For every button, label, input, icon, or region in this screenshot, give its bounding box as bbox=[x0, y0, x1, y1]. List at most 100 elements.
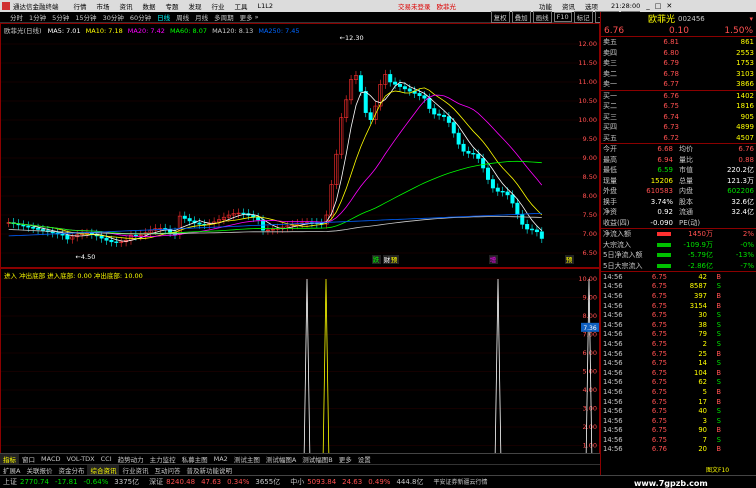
huaxian-button[interactable]: 画线 bbox=[532, 11, 552, 23]
ask-row[interactable]: 卖四 6.80 2553 bbox=[601, 48, 756, 59]
ask-row[interactable]: 卖三 6.79 1753 bbox=[601, 58, 756, 69]
tick-price: 6.75 bbox=[651, 291, 667, 300]
ask-row[interactable]: 卖二 6.78 3103 bbox=[601, 69, 756, 80]
indicator-tab[interactable]: MA2 bbox=[211, 455, 231, 463]
indicator-tab[interactable]: 测试幅图A bbox=[263, 454, 299, 464]
tick-time: 14:56 bbox=[603, 416, 623, 425]
bid-row[interactable]: 买三 6.74 905 bbox=[601, 112, 756, 123]
bid-row[interactable]: 买五 6.72 4507 bbox=[601, 133, 756, 144]
menu-xuanxiang[interactable]: 选项 bbox=[580, 1, 603, 11]
f10-button[interactable]: F10 bbox=[553, 12, 572, 22]
candle-body bbox=[510, 194, 515, 204]
ask-row[interactable]: 卖一 6.77 3866 bbox=[601, 79, 756, 90]
menu-gongju[interactable]: 工具 bbox=[230, 1, 253, 11]
index-sz-amt: 3655亿 bbox=[255, 477, 281, 486]
menu-gongneng[interactable]: 功能 bbox=[534, 1, 557, 11]
bid-row[interactable]: 买二 6.75 1816 bbox=[601, 101, 756, 112]
index-zx-name[interactable]: 中小 bbox=[290, 477, 304, 487]
indicator-tab[interactable]: VOL-TDX bbox=[63, 455, 97, 463]
indicator-chart[interactable]: 进入 冲出底部 进入底部: 0.00 冲出底部: 10.00 10.00 9.00… bbox=[0, 268, 600, 475]
period-multi[interactable]: 多周期 bbox=[214, 12, 234, 22]
indicator-tab[interactable]: 更多 bbox=[336, 454, 355, 464]
menu-l1l2[interactable]: L1L2 bbox=[253, 2, 279, 10]
info-tab[interactable]: 综合资讯 bbox=[87, 465, 120, 475]
bid-row[interactable]: 买一 6.76 1402 bbox=[601, 91, 756, 102]
menu-hangqing[interactable]: 行情 bbox=[69, 1, 92, 11]
indicator-tab[interactable]: 测试主图 bbox=[231, 454, 263, 464]
y-tick-label: 11.50 bbox=[578, 59, 597, 67]
fuquan-button[interactable]: 复权 bbox=[490, 11, 510, 23]
stat-value: 32.4亿 bbox=[731, 208, 754, 217]
bid-volume: 1402 bbox=[736, 91, 754, 100]
indicator-tab[interactable]: 趋势动力 bbox=[115, 454, 147, 464]
minimize-icon[interactable]: _ bbox=[646, 2, 650, 10]
indicator-tab[interactable]: 测试幅图B bbox=[299, 454, 335, 464]
flow-bar bbox=[657, 242, 671, 247]
menu-shuju[interactable]: 数据 bbox=[138, 1, 161, 11]
login-banner[interactable]: 交易未登录 bbox=[398, 1, 431, 11]
tick-side: S bbox=[716, 359, 721, 368]
info-tab[interactable]: 互动问答 bbox=[151, 465, 183, 475]
indicator-tab[interactable]: 主力监控 bbox=[147, 454, 179, 464]
menu-zhuanti[interactable]: 专题 bbox=[161, 1, 184, 11]
candle-body bbox=[451, 122, 456, 134]
index-sz-name[interactable]: 深证 bbox=[149, 477, 163, 487]
menu-zixun[interactable]: 资讯 bbox=[115, 1, 138, 11]
app-logo-icon bbox=[2, 2, 10, 10]
stat-label: 流通 bbox=[679, 208, 693, 217]
ma-line bbox=[8, 216, 542, 235]
maximize-icon[interactable]: □ bbox=[655, 2, 662, 10]
period-60min[interactable]: 60分钟 bbox=[130, 12, 151, 22]
tick-volume: 104 bbox=[694, 368, 707, 377]
title-stock-name: 欧菲光 bbox=[436, 3, 457, 11]
indicator-tab[interactable]: 窗口 bbox=[19, 454, 38, 464]
tick-side: B bbox=[716, 272, 721, 281]
menu-hangye[interactable]: 行业 bbox=[207, 1, 230, 11]
period-month[interactable]: 月线 bbox=[195, 12, 208, 22]
period-fenshi[interactable]: 分时 bbox=[10, 12, 23, 22]
close-icon[interactable]: ✕ bbox=[666, 2, 672, 10]
quote-menu-icon[interactable]: ▾ bbox=[749, 15, 753, 23]
biaoji-button[interactable]: 标记 bbox=[573, 11, 593, 23]
f10-link[interactable]: 图文F10 bbox=[706, 465, 729, 474]
diejia-button[interactable]: 叠加 bbox=[511, 11, 531, 23]
index-sh-name[interactable]: 上证 bbox=[3, 477, 17, 487]
quote-name: 欧菲光 bbox=[648, 15, 676, 25]
bid-label: 买一 bbox=[603, 91, 617, 100]
menu-zixun2[interactable]: 资讯 bbox=[557, 1, 580, 11]
indicator-tab[interactable]: CCI bbox=[98, 455, 115, 463]
menu-faxian[interactable]: 发现 bbox=[184, 1, 207, 11]
high-price-label: ←12.30 bbox=[340, 34, 364, 42]
period-day[interactable]: 日线 bbox=[157, 12, 170, 22]
period-more[interactable]: 更多 bbox=[240, 12, 253, 22]
tick-time: 14:56 bbox=[603, 445, 623, 454]
indicator-tab[interactable]: 设置 bbox=[355, 454, 374, 464]
stat-row: 最高 6.94 量比 0.88 bbox=[601, 155, 756, 166]
info-tab[interactable]: 扩展A bbox=[0, 465, 23, 475]
tick-price: 6.75 bbox=[651, 416, 667, 425]
indicator-tab[interactable]: 私募主图 bbox=[179, 454, 211, 464]
indicator-canvas: 10.009.008.007.006.005.004.003.002.001.0… bbox=[1, 275, 599, 474]
period-30min[interactable]: 30分钟 bbox=[103, 12, 124, 22]
period-week[interactable]: 周线 bbox=[176, 12, 189, 22]
info-tab[interactable]: 行业资讯 bbox=[119, 465, 151, 475]
ask-row[interactable]: 卖五 6.81 861 bbox=[601, 37, 756, 48]
kline-chart[interactable]: 欧菲光(日线) MA5: 7.01 MA10: 7.18 MA20: 7.42 … bbox=[0, 23, 600, 268]
period-15min[interactable]: 15分钟 bbox=[75, 12, 96, 22]
more-chevron-icon[interactable]: » bbox=[255, 13, 259, 21]
bid-row[interactable]: 买四 6.73 4899 bbox=[601, 122, 756, 133]
period-1min[interactable]: 1分钟 bbox=[29, 12, 46, 22]
indicator-tab[interactable]: MACD bbox=[38, 455, 63, 463]
flow-pct: -13% bbox=[735, 251, 754, 260]
info-tab[interactable]: 普及新功能说明 bbox=[183, 465, 235, 475]
indicator-tab[interactable]: 指标 bbox=[0, 454, 19, 464]
period-5min[interactable]: 5分钟 bbox=[52, 12, 69, 22]
info-tab[interactable]: 资金分布 bbox=[55, 465, 87, 475]
info-tab[interactable]: 关联报价 bbox=[23, 465, 55, 475]
tick-price: 6.75 bbox=[651, 368, 667, 377]
tick-side: S bbox=[716, 407, 721, 416]
tick-price: 6.75 bbox=[651, 272, 667, 281]
menu-shichang[interactable]: 市场 bbox=[92, 1, 115, 11]
index-zx-amt: 444.8亿 bbox=[396, 477, 424, 486]
y-tick-label: 7.00 bbox=[583, 230, 597, 238]
